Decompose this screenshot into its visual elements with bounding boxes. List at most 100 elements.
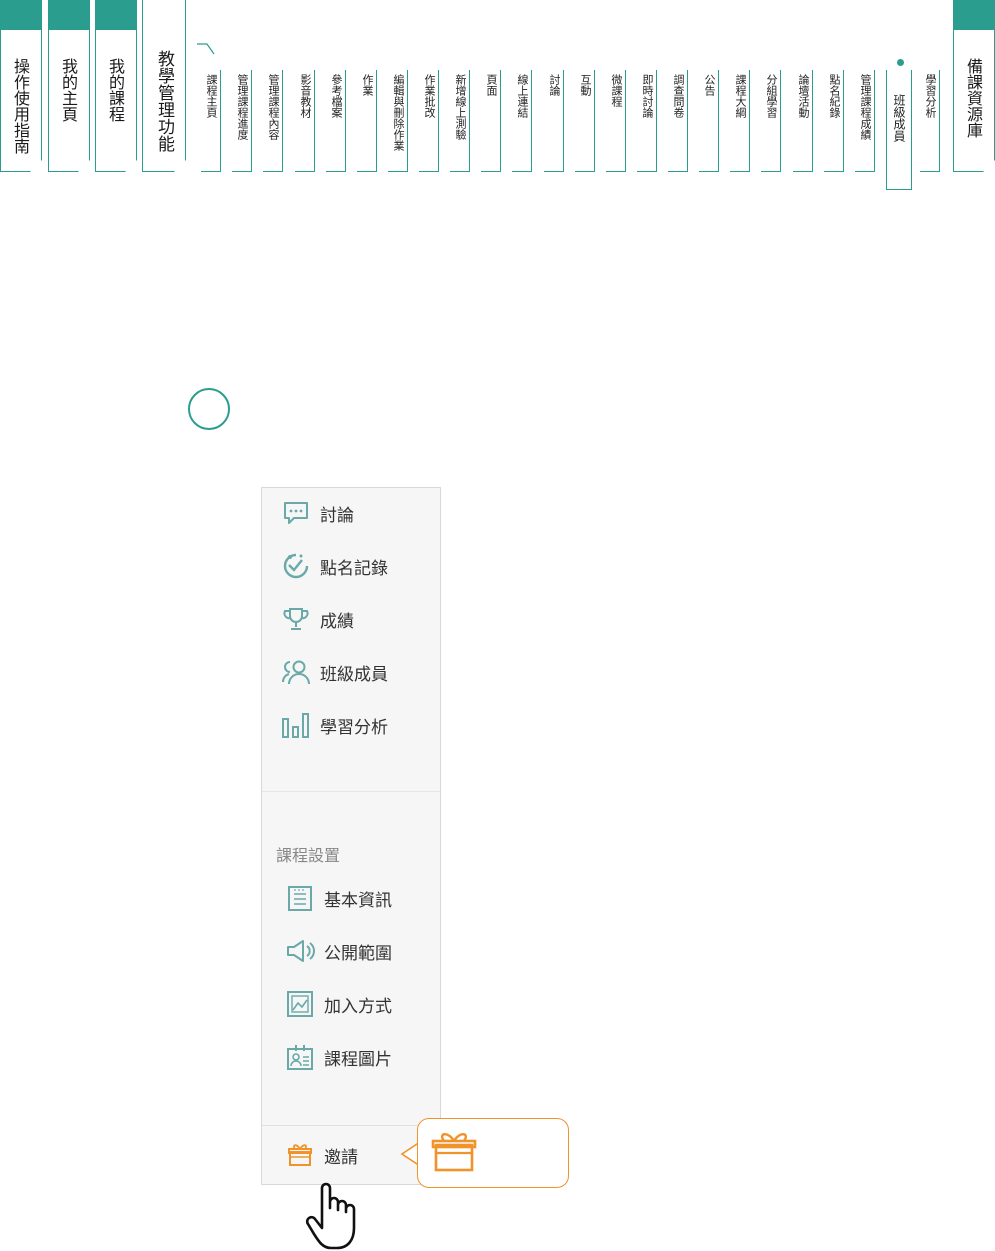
sub-nav-item[interactable]: 參考檔案 (326, 70, 346, 172)
sub-nav-label: 分組學習 (765, 74, 778, 118)
sub-nav-item[interactable]: 學習分析 (920, 70, 940, 172)
menu-item-attendance[interactable]: 點名記錄 (280, 549, 388, 583)
menu-item-join-method[interactable]: 加入方式 (284, 987, 392, 1021)
sub-nav-item[interactable]: 線上連結 (512, 70, 532, 172)
sub-nav-label: 課程大綱 (734, 74, 747, 118)
menu-item-label: 班級成員 (320, 664, 388, 685)
sub-nav-label: 影音教材 (299, 74, 312, 118)
sub-nav-item[interactable]: 調查問卷 (668, 70, 688, 172)
sub-nav-item[interactable]: 管理課程內容 (263, 70, 283, 172)
tab-teaching-management[interactable]: 教學管理功能 (142, 0, 186, 172)
sub-nav-label: 新增線上測驗 (454, 74, 467, 140)
sub-nav-label: 參考檔案 (330, 74, 343, 118)
menu-item-class-members[interactable]: 班級成員 (280, 655, 388, 689)
id-card-icon (284, 1041, 316, 1073)
sub-nav-item[interactable]: 微課程 (606, 70, 626, 172)
tab-label: 我的課程 (106, 58, 125, 122)
sub-nav-label: 即時討論 (641, 74, 654, 118)
sub-nav-label: 調查問卷 (672, 74, 685, 118)
sub-nav-label: 討論 (548, 74, 561, 96)
info-list-icon (284, 882, 316, 914)
menu-item-label: 邀請 (324, 1147, 358, 1168)
sub-nav-label: 編輯與刪除作業 (392, 74, 405, 151)
sub-nav-item[interactable]: 班級成員 (886, 70, 912, 190)
menu-item-discussion[interactable]: 討論 (280, 496, 354, 530)
menu-item-label: 討論 (320, 505, 354, 526)
chat-bubble-icon (280, 497, 312, 529)
tab-label: 備課資源庫 (964, 58, 983, 138)
sub-nav-item[interactable]: 管理課程成績 (855, 70, 875, 172)
menu-item-label: 成績 (320, 611, 354, 632)
sub-nav-item[interactable]: 論壇活動 (793, 70, 813, 172)
connector-line (197, 43, 215, 55)
active-indicator-dot (897, 59, 904, 66)
sub-nav-label: 管理課程成績 (859, 74, 872, 140)
menu-item-basic-info[interactable]: 基本資訊 (284, 881, 392, 915)
loading-circle (188, 388, 230, 430)
tab-guide[interactable]: 操作使用指南 (0, 0, 42, 172)
tab-my-courses[interactable]: 我的課程 (95, 0, 137, 172)
tab-label: 教學管理功能 (154, 50, 174, 152)
menu-divider (262, 791, 440, 792)
sub-nav-item[interactable]: 編輯與刪除作業 (388, 70, 408, 172)
sub-nav-label: 線上連結 (516, 74, 529, 118)
menu-section-title: 課程設置 (276, 846, 341, 865)
sub-nav-label: 點名紀錄 (828, 74, 841, 118)
megaphone-icon (284, 935, 316, 967)
sub-nav-item[interactable]: 影音教材 (295, 70, 315, 172)
sub-nav-label: 互動 (579, 74, 592, 96)
tab-cap (1, 0, 41, 30)
sub-nav-item[interactable]: 管理課程進度 (232, 70, 252, 172)
menu-item-label: 基本資訊 (324, 890, 392, 911)
trophy-icon (280, 603, 312, 635)
screenshot-stage: 操作使用指南 我的主頁 我的課程 教學管理功能 備課資源庫 課程主頁 管理課程進度… (0, 0, 995, 1251)
sub-nav-item[interactable]: 討論 (544, 70, 564, 172)
attendance-icon (280, 550, 312, 582)
sub-nav-item[interactable]: 作業 (357, 70, 377, 172)
sub-nav-item[interactable]: 分組學習 (761, 70, 781, 172)
sub-nav-label: 頁面 (485, 74, 498, 96)
tab-label: 我的主頁 (59, 58, 78, 122)
bar-chart-icon (280, 709, 312, 741)
sub-nav-item[interactable]: 作業批改 (419, 70, 439, 172)
sub-nav-item[interactable]: 點名紀錄 (824, 70, 844, 172)
menu-item-label: 公開範圍 (324, 943, 392, 964)
tab-label: 操作使用指南 (11, 58, 30, 154)
menu-item-invite[interactable]: 邀請 (284, 1138, 358, 1172)
invite-callout (417, 1118, 569, 1188)
sub-nav-label: 公告 (703, 74, 716, 96)
sub-nav-item[interactable]: 課程大綱 (730, 70, 750, 172)
menu-item-label: 點名記錄 (320, 558, 388, 579)
sub-nav-label: 論壇活動 (797, 74, 810, 118)
sub-nav-label: 作業批改 (423, 74, 436, 118)
gift-icon (284, 1139, 316, 1171)
sub-nav-item[interactable]: 新增線上測驗 (450, 70, 470, 172)
sub-nav-item[interactable]: 互動 (575, 70, 595, 172)
sub-nav-item[interactable]: 課程主頁 (201, 70, 221, 172)
image-frame-icon (284, 988, 316, 1020)
menu-item-label: 加入方式 (324, 996, 392, 1017)
sub-nav-label: 學習分析 (924, 74, 937, 118)
tab-cap (954, 0, 994, 30)
sub-nav-item[interactable]: 頁面 (481, 70, 501, 172)
menu-item-course-image[interactable]: 課程圖片 (284, 1040, 392, 1074)
members-icon (280, 656, 312, 688)
menu-item-learning-analytics[interactable]: 學習分析 (280, 708, 388, 742)
tab-my-home[interactable]: 我的主頁 (48, 0, 90, 172)
sub-nav-label: 班級成員 (892, 94, 906, 142)
sub-nav-item[interactable]: 公告 (699, 70, 719, 172)
menu-divider (262, 1125, 440, 1126)
tab-cap (49, 0, 89, 30)
course-menu-dropdown: 討論 點名記錄 成績 班級成員 學習分析 課程設置 基本資訊 公開範圍 加入方式… (261, 487, 441, 1185)
tab-resources[interactable]: 備課資源庫 (953, 0, 995, 172)
gift-icon (431, 1133, 477, 1172)
menu-item-visibility[interactable]: 公開範圍 (284, 934, 392, 968)
sub-nav-label: 管理課程進度 (236, 74, 249, 140)
sub-nav-item[interactable]: 即時討論 (637, 70, 657, 172)
menu-item-grades[interactable]: 成績 (280, 602, 354, 636)
sub-nav-label: 作業 (361, 74, 374, 96)
sub-nav-label: 管理課程內容 (267, 74, 280, 140)
sub-nav-label: 課程主頁 (205, 74, 218, 118)
tab-cap (96, 0, 136, 30)
menu-item-label: 學習分析 (320, 717, 388, 738)
